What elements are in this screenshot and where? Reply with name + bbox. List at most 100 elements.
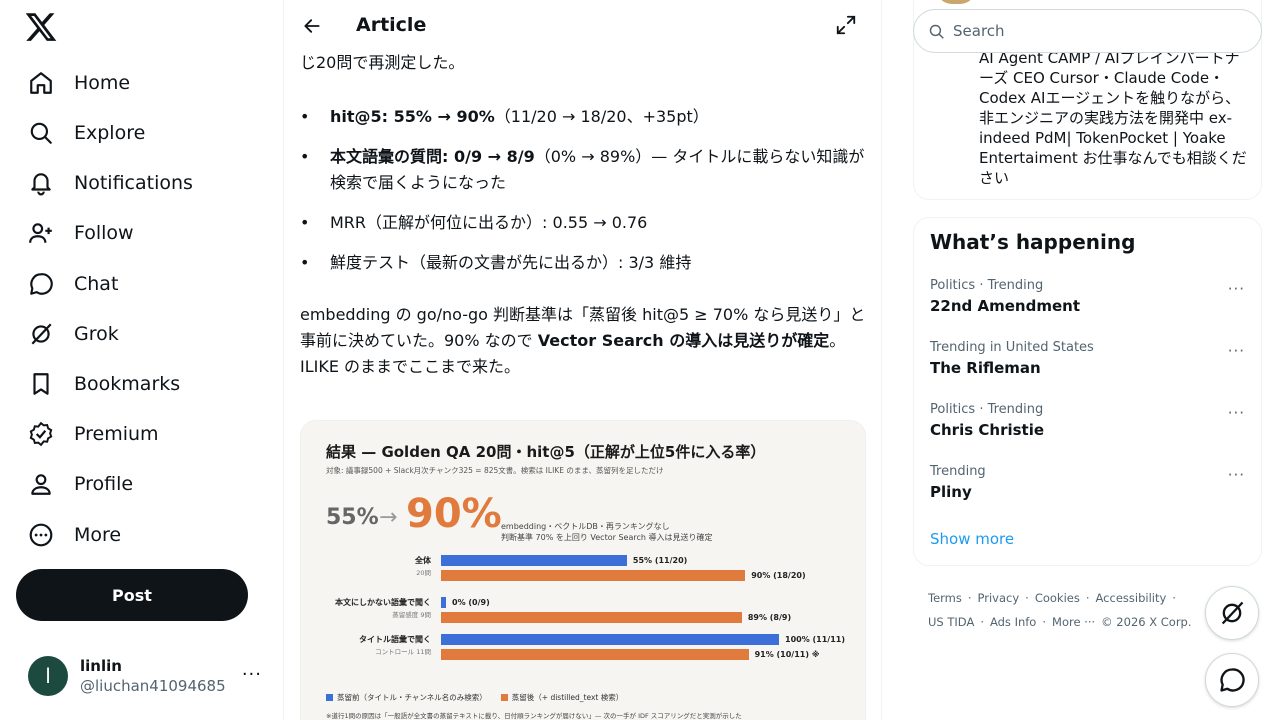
add-person-icon	[29, 223, 52, 243]
account-more-icon[interactable]: ···	[242, 664, 262, 685]
figure-from-value: 55%	[326, 505, 379, 530]
show-more-link[interactable]: Show more	[930, 530, 1014, 548]
figure-to-value: 90%	[406, 491, 502, 537]
bar-after	[441, 649, 749, 660]
trend-item[interactable]: Politics · Trending Chris Christie ···	[914, 402, 1261, 464]
figure-subtitle: 対象: 議事録500 + Slack月次チャンク325 = 825文書。検索は …	[326, 466, 664, 475]
bullet-bold: hit@5: 55% → 90%	[330, 107, 495, 126]
figure-title: 結果 — Golden QA 20問・hit@5（正解が上位5件に入る率）	[326, 443, 766, 461]
footer-link[interactable]: Cookies	[1035, 591, 1080, 605]
more-icon[interactable]: ···	[1228, 342, 1245, 360]
nav-chat[interactable]: Chat	[16, 262, 130, 306]
account-switcher[interactable]: l linlin @liuchan41094685 ···	[16, 648, 272, 704]
expand-button[interactable]	[835, 14, 857, 36]
search-bar[interactable]: Search	[913, 9, 1262, 53]
nav-premium-label: Premium	[74, 423, 159, 445]
nav-explore[interactable]: Explore	[16, 111, 157, 155]
search-input[interactable]: Search	[953, 22, 1005, 40]
bullet-bold: 本文語彙の質問: 0/9 → 8/9	[330, 147, 535, 166]
post-button[interactable]: Post	[16, 569, 248, 621]
trends-title: What’s happening	[930, 230, 1136, 254]
bookmark-icon	[33, 373, 49, 395]
bar-after	[441, 570, 746, 581]
trend-name: 22nd Amendment	[930, 297, 1080, 315]
list-item: hit@5: 55% → 90%（11/20 → 18/20、+35pt）	[300, 104, 866, 130]
bar-value-label: 90% (18/20)	[751, 571, 806, 580]
bar-before	[441, 597, 446, 608]
nav-explore-label: Explore	[74, 122, 146, 144]
nav-more[interactable]: More	[16, 513, 133, 557]
account-name: linlin	[80, 656, 122, 675]
messages-button[interactable]	[1205, 653, 1259, 707]
back-button[interactable]	[298, 12, 326, 40]
home-icon	[30, 72, 52, 94]
verified-badge-icon	[29, 421, 53, 447]
nav-profile[interactable]: Profile	[16, 462, 145, 506]
trends-card: What’s happening Politics · Trending 22n…	[913, 217, 1262, 566]
expand-icon	[836, 15, 856, 35]
trend-context: Trending	[930, 464, 986, 479]
nav-home[interactable]: Home	[16, 61, 142, 105]
bullet-text: MRR（正解が何位に出るか）: 0.55 → 0.76	[330, 213, 648, 232]
list-item: 鮮度テスト（最新の文書が先に出るか）: 3/3 維持	[300, 250, 866, 276]
footer-link[interactable]: US TIDA	[928, 615, 974, 629]
trend-name: Pliny	[930, 483, 972, 501]
legend-swatch-after	[500, 694, 508, 701]
trend-item[interactable]: Trending Pliny ···	[914, 464, 1261, 526]
footer-link[interactable]: Accessibility	[1096, 591, 1167, 605]
avatar: l	[28, 656, 68, 696]
trend-item[interactable]: Trending in United States The Rifleman ·…	[914, 340, 1261, 402]
nav-bookmarks[interactable]: Bookmarks	[16, 362, 192, 406]
article-paragraph: embedding の go/no-go 判断基準は「蒸留後 hit@5 ≥ 7…	[300, 302, 866, 380]
grok-button[interactable]	[1205, 586, 1259, 640]
footer-link[interactable]: Ads Info	[990, 615, 1036, 629]
nav-notifications-label: Notifications	[74, 172, 193, 194]
nav-profile-label: Profile	[74, 473, 134, 495]
nav-grok[interactable]: Grok	[16, 312, 131, 356]
result-list: hit@5: 55% → 90%（11/20 → 18/20、+35pt） 本文…	[300, 104, 866, 276]
bar-before	[441, 634, 779, 645]
bar-value-label: 89% (8/9)	[747, 613, 792, 622]
footer-separator: ·	[1085, 591, 1090, 605]
list-item: 本文語彙の質問: 0/9 → 8/9（0% → 89%）— タイトルに載らない知…	[300, 144, 866, 196]
nav-follow[interactable]: Follow	[16, 211, 146, 255]
more-icon[interactable]: ···	[1228, 466, 1245, 484]
bar-group-sub: 20問	[416, 569, 431, 577]
article-column: Article じ20問で再測定した。 hit@5: 55% → 90%（11/…	[284, 0, 882, 720]
trend-item[interactable]: Politics · Trending 22nd Amendment ···	[914, 278, 1261, 340]
trend-name: The Rifleman	[930, 359, 1041, 377]
footer-link[interactable]: More ···	[1052, 615, 1095, 629]
search-icon	[929, 24, 944, 39]
nav-notifications[interactable]: Notifications	[16, 161, 205, 205]
figure-footnote: ※道行1問の原因は「一般語が全文書の蒸留テキストに載り、日付順ランキングが届けな…	[326, 712, 742, 720]
grok-icon	[31, 323, 52, 345]
result-figure[interactable]: 結果 — Golden QA 20問・hit@5（正解が上位5件に入る率） 対象…	[300, 420, 866, 720]
legend-after: 蒸留後（+ distilled_text 検索）	[511, 693, 624, 702]
footer-link[interactable]: Privacy	[978, 591, 1020, 605]
chat-bubble-icon	[1220, 668, 1245, 692]
more-icon[interactable]: ···	[1228, 280, 1245, 298]
para-bold: Vector Search の導入は見送りが確定	[537, 331, 830, 350]
footer-link: © 2026 X Corp.	[1101, 615, 1192, 629]
bar-before	[441, 555, 627, 566]
footer-link[interactable]: Terms	[928, 591, 962, 605]
more-icon[interactable]: ···	[1228, 404, 1245, 422]
bullet-text: 鮮度テスト（最新の文書が先に出るか）: 3/3 維持	[330, 253, 692, 272]
figure-legend: 蒸留前（タイトル・チャンネル名のみ検索） 蒸留後（+ distilled_tex…	[326, 692, 623, 703]
right-sidebar: AI Agent CAMP / AIプレインパートナーズ CEO Cursor・…	[882, 0, 1280, 720]
person-icon	[31, 474, 51, 495]
trend-context: Politics · Trending	[930, 402, 1044, 417]
footer-separator: ·	[1025, 591, 1029, 605]
x-logo-icon[interactable]	[24, 10, 58, 44]
nav-premium[interactable]: Premium	[16, 412, 171, 456]
nav-follow-label: Follow	[74, 222, 134, 244]
more-circle-icon	[29, 523, 53, 547]
grok-icon	[1221, 601, 1244, 625]
bell-icon	[31, 173, 51, 196]
footer-separator: ·	[980, 615, 984, 629]
bar-group-label: 全体	[415, 556, 431, 565]
list-item: MRR（正解が何位に出るか）: 0.55 → 0.76	[300, 210, 866, 236]
trend-name: Chris Christie	[930, 421, 1045, 439]
account-handle: @liuchan41094685	[80, 676, 226, 695]
nav-more-label: More	[74, 524, 122, 546]
